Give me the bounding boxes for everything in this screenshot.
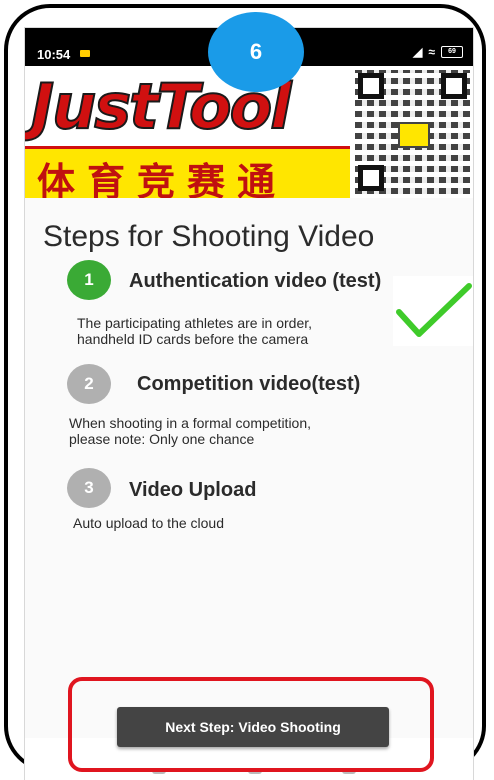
qr-corner-tl [358,73,384,99]
wifi-icon: ≈ [428,45,435,59]
step-1-desc-line1: The participating athletes are in order, [77,315,313,331]
step-2-desc-line1: When shooting in a formal competition, [69,415,312,431]
step-2-title: Competition video(test) [137,373,361,395]
nav-back-icon[interactable] [152,768,166,774]
step-2-number: 2 [67,364,111,404]
battery-icon: 69 [441,46,463,58]
step-badge: 6 [208,12,304,92]
step-1-number: 1 [67,260,111,300]
check-icon [393,276,473,346]
step-1-title: Authentication video (test) [129,270,382,292]
brand-logo-area: JustTool [25,66,350,144]
phone-screen: 10:54 ◢ ≈ 69 JustTool 体育竞赛通 Steps for Sh… [25,28,473,780]
qr-corner-bl [358,165,384,191]
signal-icon: ◢ [413,45,423,59]
brand-cn-strip: 体育竞赛通 [25,146,350,204]
step-1-desc-line2: handheld ID cards before the camera [77,331,309,347]
qr-logo-icon [398,122,430,148]
steps-content: Steps for Shooting Video 1 Authenticatio… [25,198,473,738]
next-step-button[interactable]: Next Step: Video Shooting [117,707,389,747]
message-icon [80,50,90,57]
qr-corner-tr [441,73,467,99]
status-icons: ◢ ≈ 69 [413,45,463,59]
nav-recent-icon[interactable] [342,768,356,774]
step-3-number: 3 [67,468,111,508]
page-title: Steps for Shooting Video [43,220,375,253]
status-time: 10:54 [37,47,71,62]
nav-home-icon[interactable] [248,768,262,774]
step-3-title: Video Upload [129,479,257,501]
step-3-desc-line1: Auto upload to the cloud [73,515,225,531]
step-2-desc-line2: please note: Only one chance [69,431,255,447]
